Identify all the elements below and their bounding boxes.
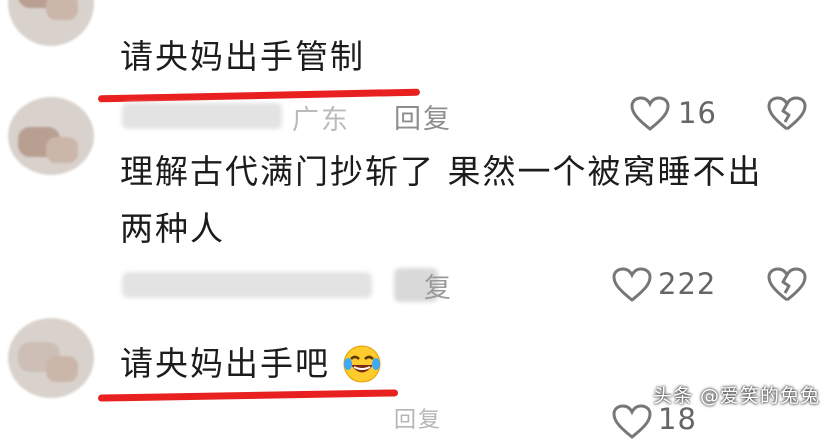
comment-text-line-1: 理解古代满门抄斩了 果然一个被窝睡不出: [120, 152, 763, 191]
avatar[interactable]: [8, 0, 94, 46]
broken-heart-icon[interactable]: [766, 267, 808, 303]
heart-outline-icon[interactable]: [630, 96, 670, 132]
heart-outline-icon[interactable]: [612, 267, 652, 303]
comment-meta-blurred: [122, 272, 372, 298]
like-count: 222: [658, 267, 717, 301]
reply-button[interactable]: 回复: [394, 402, 442, 434]
reply-button[interactable]: 回复: [394, 97, 452, 136]
watermark: 头条 @爱笑的兔兔: [652, 385, 820, 407]
comment-text: 请央妈出手吧: [120, 344, 330, 383]
comment-text-line-2: 两种人: [120, 209, 225, 248]
comment-text: 请央妈出手管制: [120, 37, 365, 76]
highlight-underline: [97, 88, 421, 103]
avatar[interactable]: [8, 318, 94, 398]
highlight-underline: [97, 389, 399, 402]
heart-outline-icon[interactable]: [612, 404, 652, 440]
like-count: 16: [678, 96, 717, 130]
avatar[interactable]: [8, 97, 94, 175]
laughing-crying-emoji-icon: [342, 344, 382, 384]
broken-heart-icon[interactable]: [766, 96, 808, 132]
comment-meta-blurred: [122, 103, 282, 129]
reply-button[interactable]: 复: [424, 266, 453, 305]
location-label: 广东: [292, 105, 350, 136]
